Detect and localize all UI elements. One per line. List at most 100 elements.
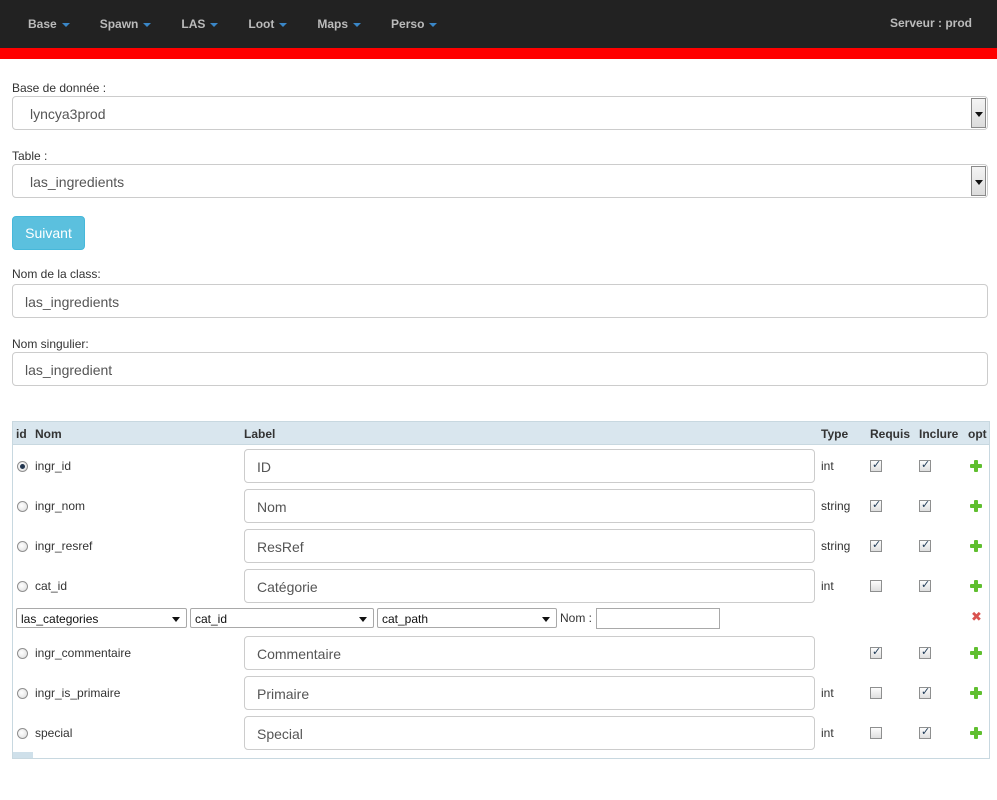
nav-menu-perso[interactable]: Perso	[376, 0, 452, 48]
id-radio[interactable]	[17, 648, 28, 659]
plus-icon[interactable]	[970, 687, 982, 699]
dropdown-arrow-icon[interactable]	[971, 98, 986, 128]
column-header-inclure: Inclure	[919, 427, 959, 441]
relation-nom-input[interactable]	[596, 608, 720, 629]
requis-checkbox[interactable]	[870, 458, 882, 472]
field-name: ingr_commentaire	[35, 646, 132, 660]
relation-nom-label: Nom :	[560, 611, 593, 625]
class-name-input[interactable]: las_ingredients	[12, 284, 988, 318]
nav-menu-las[interactable]: LAS	[166, 0, 233, 48]
plus-icon[interactable]	[970, 580, 982, 592]
next-button[interactable]: Suivant	[12, 216, 85, 250]
nav-menu-label: Loot	[248, 17, 275, 31]
label-input-value: Commentaire	[257, 646, 342, 662]
singular-name-label: Nom singulier:	[12, 337, 89, 351]
column-header-id: id	[16, 427, 27, 441]
table-row: ingr_nom Nom string	[13, 486, 989, 526]
id-radio[interactable]	[17, 688, 28, 699]
table-row: special Special int	[13, 713, 989, 753]
id-radio[interactable]	[17, 501, 28, 512]
requis-checkbox[interactable]	[870, 538, 882, 552]
inclure-checkbox[interactable]	[919, 685, 931, 699]
id-radio[interactable]	[17, 461, 28, 472]
nav-menu-maps[interactable]: Maps	[302, 0, 376, 48]
nav-menu-base[interactable]: Base	[13, 0, 85, 48]
table-row: ingr_resref ResRef string	[13, 526, 989, 566]
field-name: cat_id	[35, 579, 68, 593]
inclure-checkbox[interactable]	[919, 538, 931, 552]
database-select-value: lyncya3prod	[30, 106, 106, 122]
label-input[interactable]: Commentaire	[244, 636, 815, 670]
column-header-label: Label	[244, 427, 276, 441]
id-radio[interactable]	[17, 728, 28, 739]
table-select[interactable]: las_ingredients	[12, 164, 988, 198]
caret-down-icon	[279, 22, 288, 27]
relation-key-select[interactable]: cat_id	[190, 608, 374, 628]
fields-grid: id Nom Label Type Requis Inclure opt ing…	[12, 421, 990, 759]
chevron-down-icon	[359, 617, 367, 622]
relation-display-value: cat_path	[382, 612, 429, 626]
inclure-checkbox[interactable]	[919, 578, 931, 592]
field-name: ingr_nom	[35, 499, 86, 513]
label-input[interactable]: Nom	[244, 489, 815, 523]
relation-display-select[interactable]: cat_path	[377, 608, 557, 628]
field-name: ingr_resref	[35, 539, 93, 553]
label-input[interactable]: Special	[244, 716, 815, 750]
chevron-down-icon	[172, 617, 180, 622]
table-row: cat_id Catégorie int	[13, 566, 989, 606]
id-radio[interactable]	[17, 541, 28, 552]
column-header-opt: opt	[968, 427, 987, 441]
singular-name-input[interactable]: las_ingredient	[12, 352, 988, 386]
label-input[interactable]: Catégorie	[244, 569, 815, 603]
caret-down-icon	[61, 22, 70, 27]
column-header-requis: Requis	[870, 427, 911, 441]
plus-icon[interactable]	[970, 540, 982, 552]
id-radio[interactable]	[17, 581, 28, 592]
field-name: ingr_id	[35, 459, 72, 473]
class-name-value: las_ingredients	[25, 294, 120, 310]
requis-checkbox[interactable]	[870, 645, 882, 659]
database-select[interactable]: lyncya3prod	[12, 96, 988, 130]
plus-icon[interactable]	[970, 460, 982, 472]
database-label: Base de donnée :	[12, 81, 107, 95]
label-input[interactable]: ResRef	[244, 529, 815, 563]
nav-menu-label: Perso	[391, 17, 425, 31]
grid-header: id Nom Label Type Requis Inclure opt	[13, 422, 989, 445]
nav-menu-loot[interactable]: Loot	[233, 0, 302, 48]
field-name: special	[35, 726, 73, 740]
requis-checkbox[interactable]	[870, 687, 882, 699]
requis-checkbox[interactable]	[870, 727, 882, 739]
nav-menu-spawn[interactable]: Spawn	[85, 0, 167, 48]
nav-menu: Base Spawn LAS Loot Maps Perso	[13, 0, 452, 48]
label-input-value: Special	[257, 726, 303, 742]
inclure-checkbox[interactable]	[919, 458, 931, 472]
column-header-nom: Nom	[35, 427, 62, 441]
plus-icon[interactable]	[970, 727, 982, 739]
relation-table-value: las_categories	[21, 612, 99, 626]
requis-checkbox[interactable]	[870, 498, 882, 512]
label-input[interactable]: Primaire	[244, 676, 815, 710]
inclure-checkbox[interactable]	[919, 725, 931, 739]
inclure-checkbox[interactable]	[919, 645, 931, 659]
field-type: int	[821, 459, 834, 473]
grid-scrollbar[interactable]	[13, 752, 33, 758]
singular-name-value: las_ingredient	[25, 362, 113, 378]
label-input-value: Nom	[257, 499, 287, 515]
plus-icon[interactable]	[970, 647, 982, 659]
caret-down-icon	[210, 22, 219, 27]
label-input-value: ID	[257, 459, 271, 475]
label-input-value: ResRef	[257, 539, 304, 555]
requis-checkbox[interactable]	[870, 580, 882, 592]
label-input-value: Primaire	[257, 686, 310, 702]
label-input[interactable]: ID	[244, 449, 815, 483]
nav-menu-label: Spawn	[99, 17, 139, 31]
top-navbar: Base Spawn LAS Loot Maps Perso Serveur :…	[0, 0, 997, 48]
field-type: int	[821, 579, 834, 593]
table-row: ingr_is_primaire Primaire int	[13, 673, 989, 713]
plus-icon[interactable]	[970, 500, 982, 512]
caret-down-icon	[353, 22, 362, 27]
delete-icon[interactable]: ✖	[971, 611, 983, 624]
inclure-checkbox[interactable]	[919, 498, 931, 512]
dropdown-arrow-icon[interactable]	[971, 166, 986, 196]
relation-table-select[interactable]: las_categories	[16, 608, 187, 628]
